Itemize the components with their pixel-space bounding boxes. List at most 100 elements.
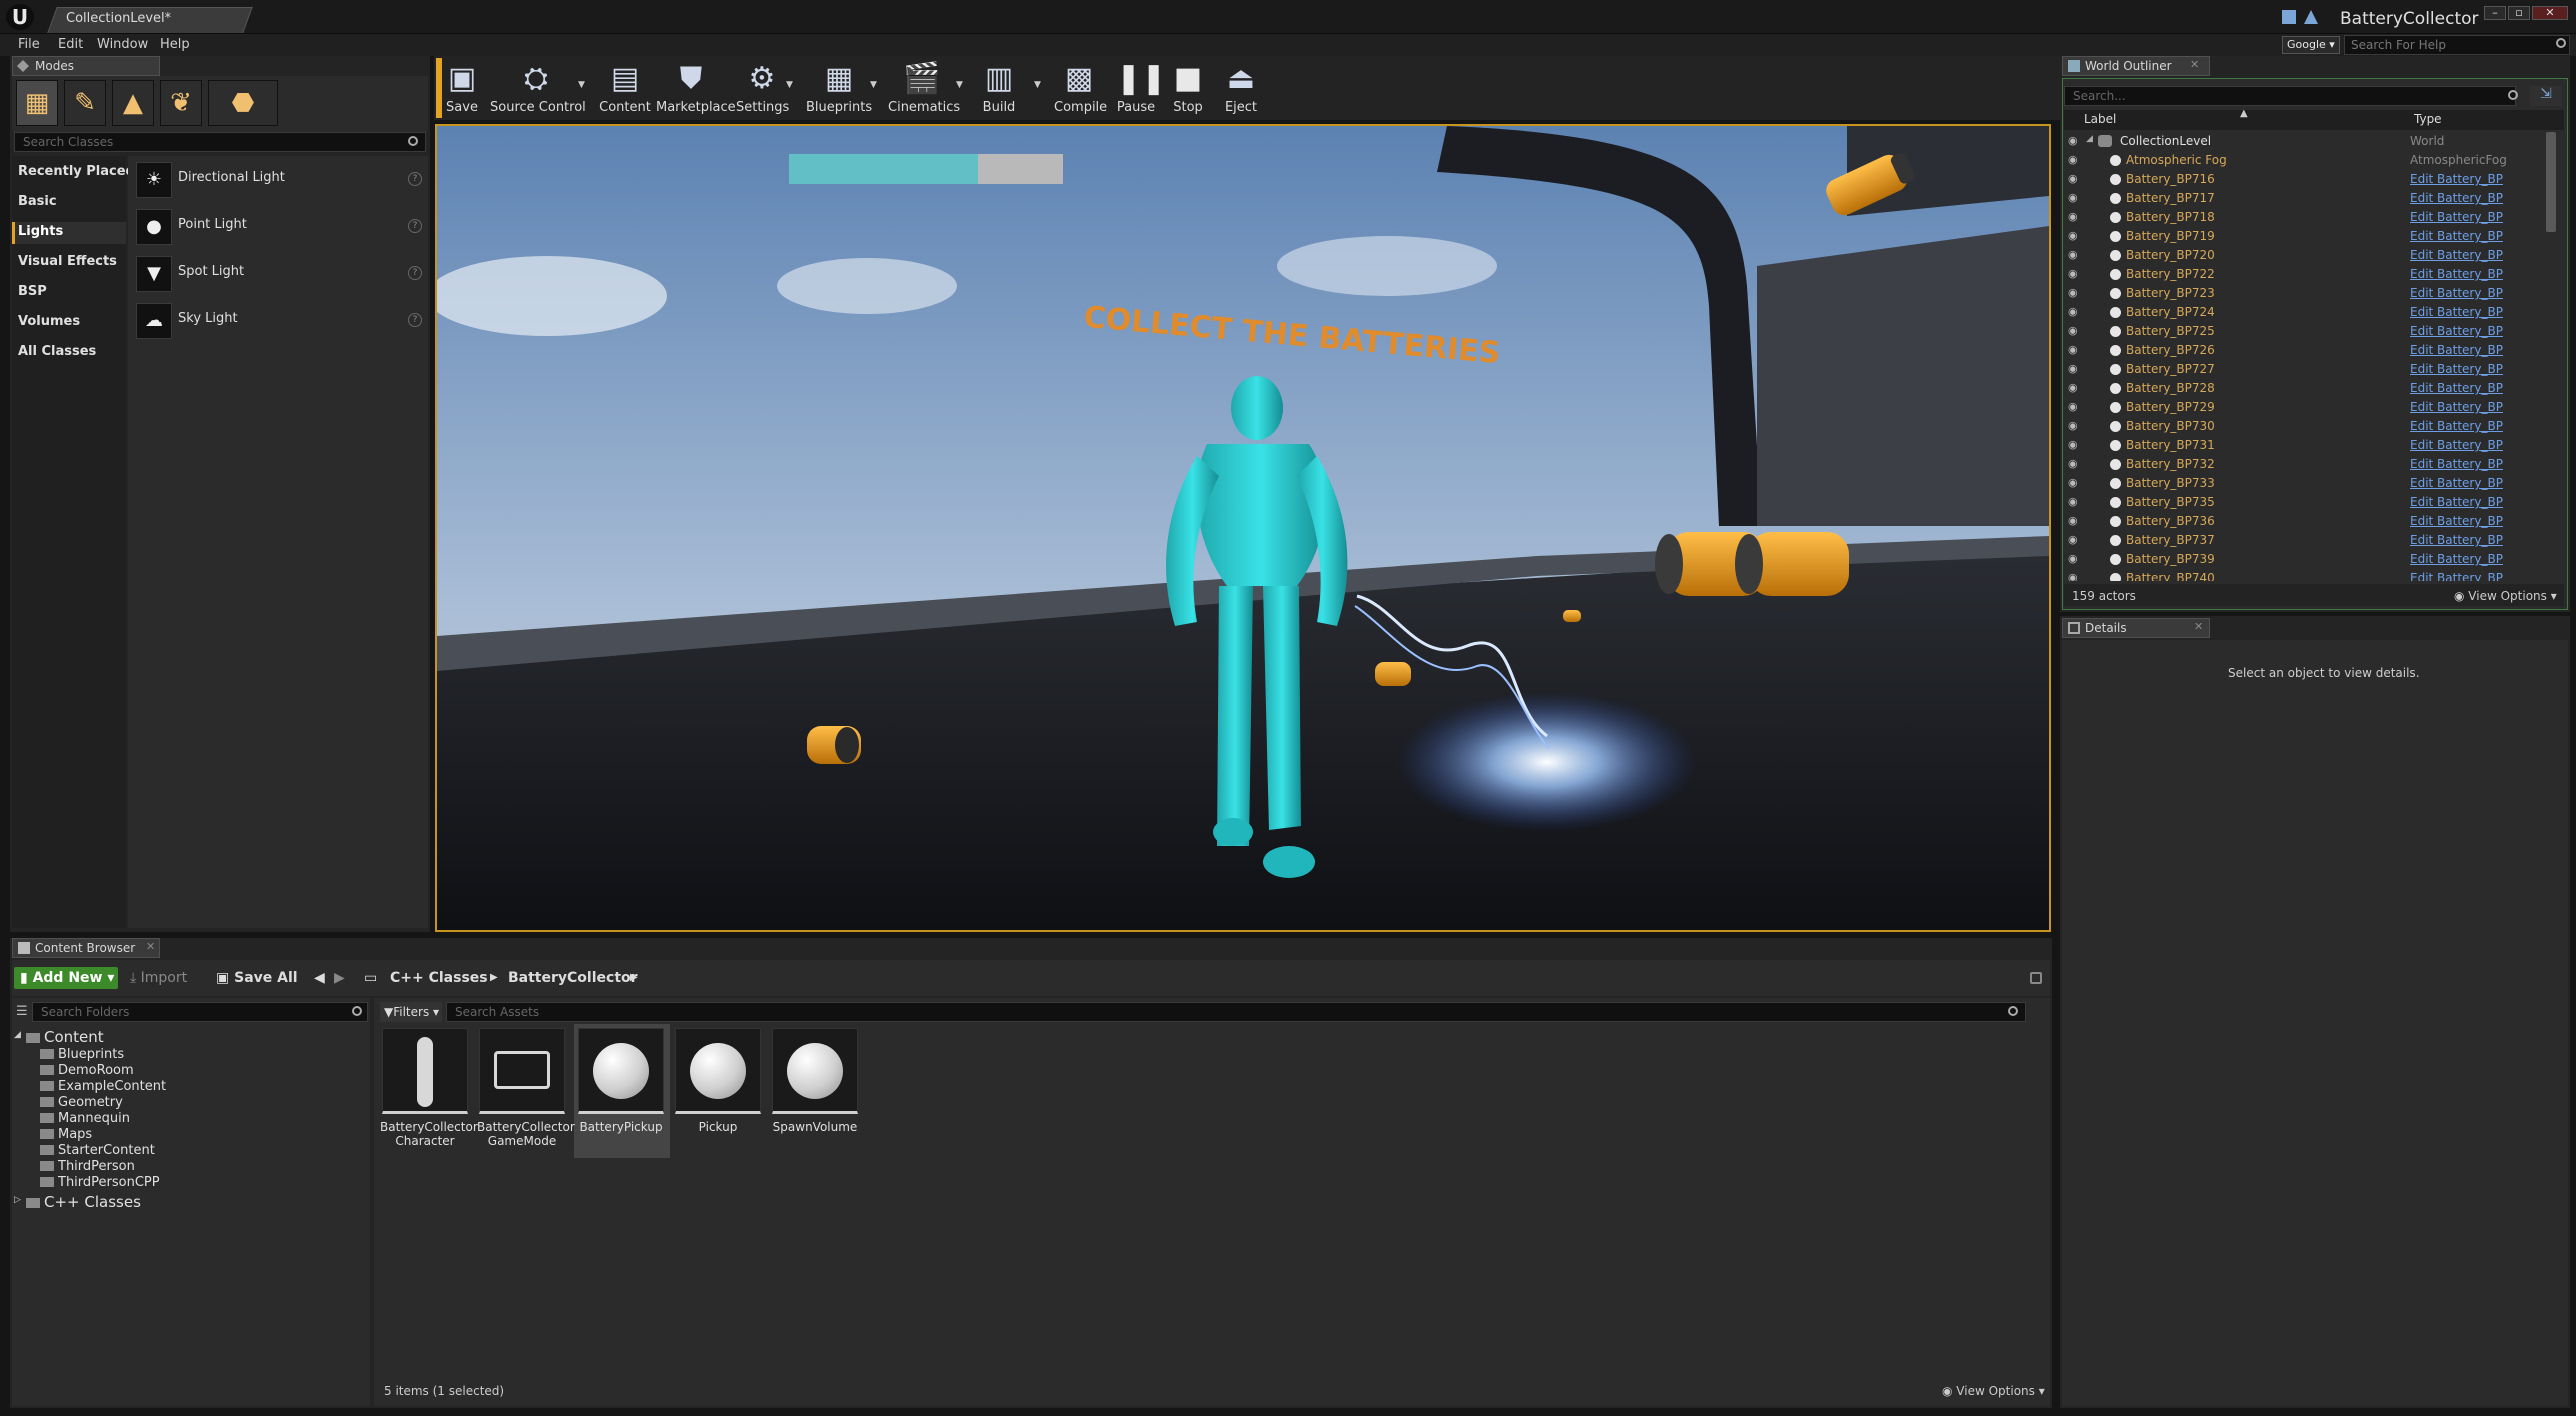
visibility-eye-icon[interactable]: ◉ — [2068, 476, 2078, 489]
visibility-eye-icon[interactable]: ◉ — [2068, 343, 2078, 356]
blueprints-button[interactable]: ▦ Blueprints — [806, 58, 872, 120]
outliner-row[interactable]: ◉ Battery_BP730 Edit Battery_BP — [2064, 417, 2544, 436]
outliner-row-type[interactable]: Edit Battery_BP — [2410, 381, 2503, 395]
outliner-row-type[interactable]: Edit Battery_BP — [2410, 343, 2503, 357]
visibility-eye-icon[interactable]: ◉ — [2068, 533, 2078, 546]
place-mode-button[interactable]: ▦ — [16, 80, 58, 126]
close-tab-icon[interactable]: ✕ — [146, 940, 155, 953]
outliner-row[interactable]: ◉ Battery_BP723 Edit Battery_BP — [2064, 284, 2544, 303]
outliner-row[interactable]: ◉ Battery_BP729 Edit Battery_BP — [2064, 398, 2544, 417]
feedback-icon[interactable] — [2282, 10, 2296, 24]
category-all-classes[interactable]: All Classes — [18, 344, 96, 359]
outliner-row-type[interactable]: Edit Battery_BP — [2410, 571, 2503, 581]
path-segment-batterycollector[interactable]: BatteryCollector — [508, 967, 638, 989]
cinematics-button[interactable]: 🎬 Cinematics — [888, 58, 960, 120]
help-icon[interactable]: ? — [408, 313, 422, 327]
outliner-row-type[interactable]: Edit Battery_BP — [2410, 438, 2503, 452]
outliner-row-type[interactable]: AtmosphericFog — [2410, 153, 2507, 167]
folder-maps[interactable]: Maps — [40, 1127, 92, 1142]
directional-light-item[interactable]: ☀ Directional Light ? — [134, 160, 426, 202]
lock-icon[interactable] — [2030, 972, 2042, 984]
minimize-button[interactable]: – — [2484, 6, 2506, 20]
save-all-button[interactable]: ▣ Save All — [216, 967, 298, 989]
visibility-eye-icon[interactable]: ◉ — [2068, 134, 2078, 147]
forward-arrow-icon[interactable]: ▶ — [334, 967, 345, 989]
visibility-eye-icon[interactable]: ◉ — [2068, 229, 2078, 242]
folder-demoroom[interactable]: DemoRoom — [40, 1063, 134, 1078]
outliner-row-type[interactable]: Edit Battery_BP — [2410, 514, 2503, 528]
expand-cpp-icon[interactable]: ▷ — [14, 1195, 21, 1205]
maximize-button[interactable]: ▫ — [2508, 6, 2530, 20]
close-window-button[interactable]: ✕ — [2532, 6, 2568, 20]
path-dropdown-icon[interactable]: ▶ — [630, 967, 638, 989]
folder-blueprints[interactable]: Blueprints — [40, 1047, 124, 1062]
outliner-row[interactable]: ◉ Battery_BP735 Edit Battery_BP — [2064, 493, 2544, 512]
settings-button[interactable]: ⚙ Settings — [736, 58, 789, 120]
visibility-eye-icon[interactable]: ◉ — [2068, 381, 2078, 394]
visibility-eye-icon[interactable]: ◉ — [2068, 495, 2078, 508]
point-light-item[interactable]: ● Point Light ? — [134, 207, 426, 249]
column-type-header[interactable]: Type — [2414, 112, 2442, 126]
outliner-settings-icon[interactable]: ⇲ — [2530, 86, 2562, 106]
visibility-eye-icon[interactable]: ◉ — [2068, 267, 2078, 280]
help-search-icon[interactable] — [2556, 38, 2566, 48]
outliner-row[interactable]: ◉ Battery_BP727 Edit Battery_BP — [2064, 360, 2544, 379]
outliner-row-type[interactable]: Edit Battery_BP — [2410, 457, 2503, 471]
visibility-eye-icon[interactable]: ◉ — [2068, 457, 2078, 470]
build-dropdown-icon[interactable]: ▼ — [1034, 80, 1041, 90]
compile-button[interactable]: ▩ Compile — [1054, 58, 1107, 120]
folder-cpp-classes[interactable]: C++ Classes — [26, 1193, 141, 1211]
modes-tab[interactable]: Modes — [12, 56, 160, 76]
eject-button[interactable]: ⏏ Eject — [1220, 58, 1262, 120]
category-visual-effects[interactable]: Visual Effects — [18, 254, 117, 269]
outliner-row-type[interactable]: Edit Battery_BP — [2410, 419, 2503, 433]
category-bsp[interactable]: BSP — [18, 284, 47, 299]
search-assets-input[interactable]: Search Assets — [446, 1002, 2026, 1022]
collapse-arrow-icon[interactable]: ◢ — [2086, 134, 2093, 144]
back-arrow-icon[interactable]: ◀ — [314, 967, 325, 989]
category-basic[interactable]: Basic — [18, 194, 57, 209]
outliner-row-type[interactable]: Edit Battery_BP — [2410, 362, 2503, 376]
visibility-eye-icon[interactable]: ◉ — [2068, 571, 2078, 581]
asset-batterypickup[interactable]: BatteryPickup — [576, 1028, 666, 1156]
outliner-row[interactable]: ◉ Battery_BP732 Edit Battery_BP — [2064, 455, 2544, 474]
content-view-options-button[interactable]: ◉ View Options ▾ — [1942, 1384, 2045, 1398]
outliner-row[interactable]: ◉ Battery_BP725 Edit Battery_BP — [2064, 322, 2544, 341]
blueprints-dropdown-icon[interactable]: ▼ — [870, 80, 877, 90]
outliner-row-type[interactable]: Edit Battery_BP — [2410, 267, 2503, 281]
sources-toggle-icon[interactable]: ☰ — [16, 1004, 28, 1019]
game-viewport[interactable]: COLLECT THE BATTERIES — [435, 124, 2051, 932]
world-outliner-tab[interactable]: World Outliner — [2062, 56, 2210, 76]
unreal-logo-icon[interactable]: U — [6, 4, 34, 30]
folder-thirdpersoncpp[interactable]: ThirdPersonCPP — [40, 1175, 160, 1190]
visibility-eye-icon[interactable]: ◉ — [2068, 419, 2078, 432]
import-button[interactable]: ⤓ Import — [130, 967, 187, 989]
asset-batterycollector-character[interactable]: BatteryCollector Character — [380, 1028, 478, 1156]
save-button[interactable]: ▣ Save — [442, 58, 482, 120]
outliner-search-input[interactable]: Search... — [2064, 86, 2516, 106]
visibility-eye-icon[interactable]: ◉ — [2068, 324, 2078, 337]
folder-startercontent[interactable]: StarterContent — [40, 1143, 155, 1158]
asset-pickup[interactable]: Pickup — [673, 1028, 763, 1156]
visibility-eye-icon[interactable]: ◉ — [2068, 286, 2078, 299]
filters-button[interactable]: ▼Filters ▾ — [380, 1002, 442, 1022]
close-tab-icon[interactable]: ✕ — [2190, 58, 2199, 71]
outliner-row-type[interactable]: Edit Battery_BP — [2410, 476, 2503, 490]
pause-button[interactable]: ❚❚ Pause — [1116, 58, 1166, 120]
path-segment-cpp-classes[interactable]: C++ Classes — [390, 967, 488, 989]
menu-help[interactable]: Help — [160, 37, 190, 52]
close-tab-icon[interactable]: ✕ — [2194, 620, 2203, 633]
asset-batterycollector-gamemode[interactable]: BatteryCollector GameMode — [477, 1028, 575, 1156]
visibility-eye-icon[interactable]: ◉ — [2068, 305, 2078, 318]
visibility-eye-icon[interactable]: ◉ — [2068, 400, 2078, 413]
visibility-eye-icon[interactable]: ◉ — [2068, 514, 2078, 527]
help-icon[interactable]: ? — [408, 219, 422, 233]
source-control-dropdown-icon[interactable]: ▼ — [578, 80, 585, 90]
outliner-row[interactable]: ◉ Battery_BP731 Edit Battery_BP — [2064, 436, 2544, 455]
outliner-row[interactable]: ◉ Battery_BP726 Edit Battery_BP — [2064, 341, 2544, 360]
menu-window[interactable]: Window — [97, 37, 148, 52]
outliner-row[interactable]: ◉ Battery_BP739 Edit Battery_BP — [2064, 550, 2544, 569]
outliner-row[interactable]: ◉ Battery_BP740 Edit Battery_BP — [2064, 569, 2544, 581]
folder-content[interactable]: Content — [26, 1028, 104, 1046]
menu-file[interactable]: File — [18, 37, 40, 52]
